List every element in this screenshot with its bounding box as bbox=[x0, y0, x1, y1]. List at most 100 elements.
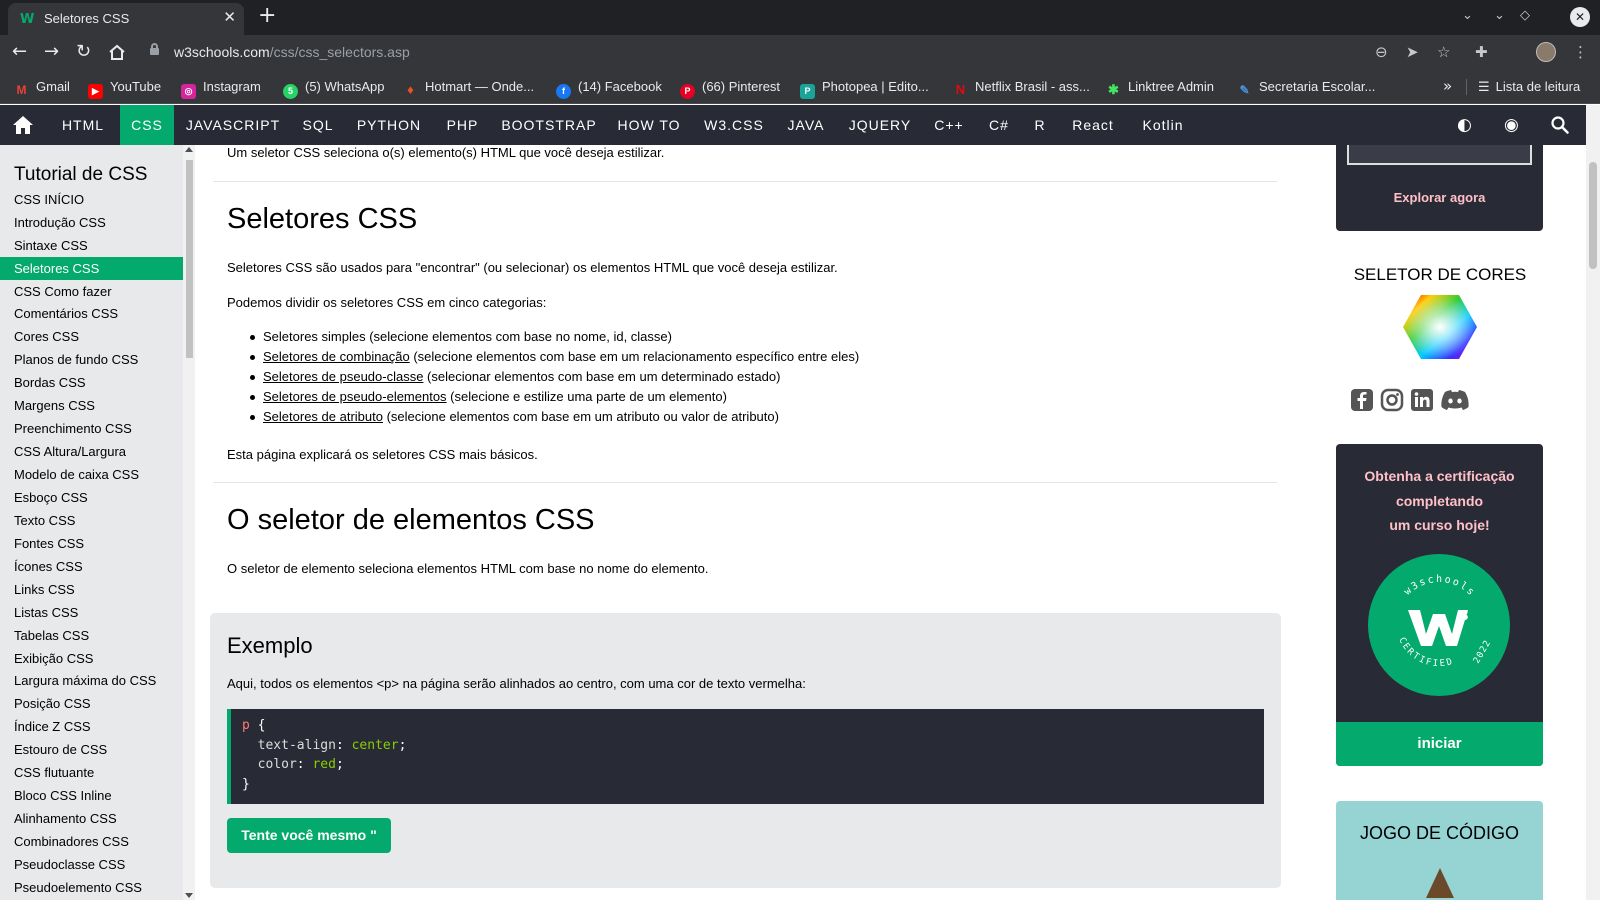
sidebar-item-tabelas[interactable]: Tabelas CSS bbox=[0, 624, 183, 647]
new-tab-icon[interactable]: + bbox=[258, 3, 276, 28]
back-icon[interactable]: ← bbox=[12, 41, 27, 62]
window-close-icon[interactable]: ✕ bbox=[1570, 7, 1590, 27]
sidebar-item-bloco-inline[interactable]: Bloco CSS Inline bbox=[0, 784, 183, 807]
address-bar[interactable]: w3schools.com/css/css_selectors.asp bbox=[174, 44, 410, 60]
home-button-icon[interactable] bbox=[108, 44, 126, 61]
scroll-down-arrow-icon[interactable] bbox=[185, 893, 193, 898]
sidebar-scroll-thumb[interactable] bbox=[186, 160, 193, 358]
code-game-card[interactable]: JOGO DE CÓDIGO bbox=[1336, 801, 1543, 900]
page-scrollbar[interactable] bbox=[1586, 105, 1600, 900]
reading-list-button[interactable]: ☰ Lista de leitura bbox=[1478, 79, 1580, 95]
nav-cpp[interactable]: C++ bbox=[926, 105, 972, 145]
link-seletores-pseudo-classe[interactable]: Seletores de pseudo-classe bbox=[263, 369, 423, 384]
scroll-up-arrow-icon[interactable] bbox=[185, 147, 193, 152]
linkedin-icon[interactable] bbox=[1410, 388, 1434, 412]
bookmark-netflix[interactable]: N Netflix Brasil - ass... bbox=[953, 79, 1090, 97]
sidebar-item-estouro[interactable]: Estouro de CSS bbox=[0, 738, 183, 761]
nav-react[interactable]: React bbox=[1058, 105, 1128, 145]
bookmark-photopea[interactable]: P Photopea | Edito... bbox=[800, 79, 929, 99]
sidebar-scrollbar[interactable] bbox=[183, 145, 195, 900]
sidebar-item-introducao[interactable]: Introdução CSS bbox=[0, 211, 183, 234]
bookmark-hotmart[interactable]: ♦ Hotmart — Onde... bbox=[403, 79, 534, 97]
sidebar-item-pseudoclasse[interactable]: Pseudoclasse CSS bbox=[0, 853, 183, 876]
start-course-button[interactable]: iniciar bbox=[1336, 722, 1543, 766]
sidebar-item-seletores[interactable]: Seletores CSS bbox=[0, 257, 183, 280]
sidebar-item-modelo-caixa[interactable]: Modelo de caixa CSS bbox=[0, 463, 183, 486]
try-it-yourself-button[interactable]: Tente você mesmo " bbox=[227, 818, 391, 853]
sidebar-item-icones[interactable]: Ícones CSS bbox=[0, 555, 183, 578]
sidebar-item-alinhamento[interactable]: Alinhamento CSS bbox=[0, 807, 183, 830]
sidebar-item-fontes[interactable]: Fontes CSS bbox=[0, 532, 183, 555]
sidebar-item-listas[interactable]: Listas CSS bbox=[0, 601, 183, 624]
link-seletores-combinacao[interactable]: Seletores de combinação bbox=[263, 349, 410, 364]
page-scroll-thumb[interactable] bbox=[1589, 162, 1597, 269]
sidebar-item-margens[interactable]: Margens CSS bbox=[0, 394, 183, 417]
discord-icon[interactable] bbox=[1440, 388, 1470, 412]
nav-r[interactable]: R bbox=[1026, 105, 1054, 145]
nav-java[interactable]: JAVA bbox=[778, 105, 834, 145]
sidebar-item-texto[interactable]: Texto CSS bbox=[0, 509, 183, 532]
nav-css[interactable]: CSS bbox=[120, 105, 174, 145]
send-icon[interactable]: ➤ bbox=[1406, 43, 1419, 61]
tab-search-icon[interactable]: ⌄ bbox=[1462, 8, 1473, 23]
sidebar-item-flutuante[interactable]: CSS flutuante bbox=[0, 761, 183, 784]
sidebar-item-pseudoelemento[interactable]: Pseudoelemento CSS bbox=[0, 876, 183, 899]
profile-avatar[interactable] bbox=[1536, 42, 1556, 62]
nav-kotlin[interactable]: Kotlin bbox=[1132, 105, 1194, 145]
dark-mode-icon[interactable]: ◐ bbox=[1457, 115, 1472, 135]
sidebar-item-esboco[interactable]: Esboço CSS bbox=[0, 486, 183, 509]
sidebar-item-como-fazer[interactable]: CSS Como fazer bbox=[0, 280, 183, 303]
sidebar-item-planos-de-fundo[interactable]: Planos de fundo CSS bbox=[0, 348, 183, 371]
bookmark-instagram[interactable]: ◎ Instagram bbox=[181, 79, 261, 99]
sidebar-item-indice-z[interactable]: Índice Z CSS bbox=[0, 715, 183, 738]
home-icon[interactable] bbox=[12, 114, 34, 136]
restore-icon[interactable]: ◇ bbox=[1520, 8, 1530, 23]
bookmark-secretaria[interactable]: ✎ Secretaria Escolar... bbox=[1237, 79, 1375, 98]
menu-icon[interactable]: ⋮ bbox=[1573, 43, 1588, 61]
bookmark-whatsapp[interactable]: 5 (5) WhatsApp bbox=[283, 79, 384, 99]
link-seletores-pseudo-elementos[interactable]: Seletores de pseudo-elementos bbox=[263, 389, 447, 404]
link-seletores-atributo[interactable]: Seletores de atributo bbox=[263, 409, 383, 424]
nav-csharp[interactable]: C# bbox=[976, 105, 1022, 145]
search-icon[interactable] bbox=[1551, 116, 1569, 134]
nav-python[interactable]: PYTHON bbox=[349, 105, 429, 145]
tab-close-icon[interactable]: ✕ bbox=[223, 8, 236, 26]
minimize-icon[interactable]: ⌄ bbox=[1494, 8, 1505, 23]
browser-tab[interactable]: W Seletores CSS ✕ bbox=[8, 3, 244, 35]
sidebar-item-preenchimento[interactable]: Preenchimento CSS bbox=[0, 417, 183, 440]
nav-jquery[interactable]: JQUERY bbox=[838, 105, 922, 145]
sidebar-item-bordas[interactable]: Bordas CSS bbox=[0, 371, 183, 394]
nav-php[interactable]: PHP bbox=[434, 105, 491, 145]
sidebar-item-sintaxe[interactable]: Sintaxe CSS bbox=[0, 234, 183, 257]
sidebar-item-combinadores[interactable]: Combinadores CSS bbox=[0, 830, 183, 853]
forward-icon[interactable]: → bbox=[44, 41, 59, 62]
reload-icon[interactable]: ↻ bbox=[76, 41, 91, 62]
sidebar-item-links[interactable]: Links CSS bbox=[0, 578, 183, 601]
bookmark-star-icon[interactable]: ☆ bbox=[1437, 43, 1450, 61]
nav-html[interactable]: HTML bbox=[49, 105, 117, 145]
extensions-icon[interactable]: ✚ bbox=[1475, 43, 1488, 61]
bookmark-pinterest[interactable]: P (66) Pinterest bbox=[680, 79, 780, 99]
more-bookmarks-icon[interactable]: » bbox=[1443, 77, 1452, 95]
sidebar-item-css-inicio[interactable]: CSS INÍCIO bbox=[0, 188, 183, 211]
explore-now-link[interactable]: Explorar agora bbox=[1336, 190, 1543, 205]
sidebar-item-altura-largura[interactable]: CSS Altura/Largura bbox=[0, 440, 183, 463]
nav-sql[interactable]: SQL bbox=[292, 105, 344, 145]
facebook-icon[interactable] bbox=[1350, 388, 1374, 412]
sidebar-item-cores[interactable]: Cores CSS bbox=[0, 325, 183, 348]
sidebar-item-largura-maxima[interactable]: Largura máxima do CSS bbox=[0, 669, 183, 692]
bookmark-youtube[interactable]: ▶ YouTube bbox=[88, 79, 161, 99]
sidebar-item-exibicao[interactable]: Exibição CSS bbox=[0, 647, 183, 670]
lock-icon[interactable] bbox=[150, 43, 159, 55]
bookmark-gmail[interactable]: M Gmail bbox=[14, 79, 70, 98]
color-picker-icon[interactable] bbox=[1403, 295, 1477, 359]
nav-howto[interactable]: HOW TO bbox=[608, 105, 690, 145]
globe-icon[interactable]: ◉ bbox=[1504, 115, 1519, 135]
sidebar-item-comentarios[interactable]: Comentários CSS bbox=[0, 302, 183, 325]
bookmark-linktree[interactable]: ✱ Linktree Admin bbox=[1106, 79, 1214, 97]
bookmark-facebook[interactable]: f (14) Facebook bbox=[556, 79, 662, 99]
nav-w3css[interactable]: W3.CSS bbox=[694, 105, 774, 145]
zoom-icon[interactable]: ⊖ bbox=[1375, 43, 1388, 61]
sidebar-item-posicao[interactable]: Posição CSS bbox=[0, 692, 183, 715]
nav-bootstrap[interactable]: BOOTSTRAP bbox=[495, 105, 603, 145]
